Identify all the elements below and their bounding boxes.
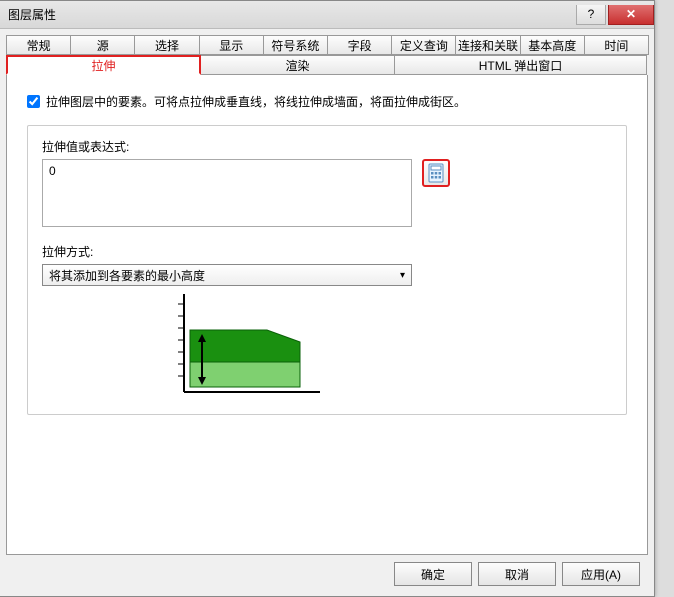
help-button[interactable]: ? <box>576 5 606 25</box>
close-button[interactable]: ✕ <box>608 5 654 25</box>
tab-definition-query[interactable]: 定义查询 <box>391 35 456 55</box>
extrusion-group: 拉伸值或表达式: 0 拉伸方式: <box>27 125 627 415</box>
tab-symbology[interactable]: 符号系统 <box>263 35 328 55</box>
tab-content: 拉伸图层中的要素。可将点拉伸成垂直线，将线拉伸成墙面，将面拉伸成街区。 拉伸值或… <box>6 75 648 555</box>
tab-time[interactable]: 时间 <box>584 35 649 55</box>
expression-builder-button[interactable] <box>422 159 450 187</box>
tab-row-1: 常规 源 选择 显示 符号系统 字段 定义查询 连接和关联 基本高度 时间 <box>6 35 648 55</box>
cancel-button[interactable]: 取消 <box>478 562 556 586</box>
tab-rendering[interactable]: 渲染 <box>200 55 395 75</box>
chevron-down-icon: ▾ <box>400 270 405 281</box>
help-icon: ? <box>588 7 595 21</box>
tab-row-2: 拉伸 渲染 HTML 弹出窗口 <box>6 55 648 75</box>
extrude-checkbox-label: 拉伸图层中的要素。可将点拉伸成垂直线，将线拉伸成墙面，将面拉伸成街区。 <box>46 93 466 111</box>
close-icon: ✕ <box>626 7 636 21</box>
tab-strip: 常规 源 选择 显示 符号系统 字段 定义查询 连接和关联 基本高度 时间 拉伸… <box>6 35 648 75</box>
dialog-window: 图层属性 ? ✕ 常规 源 选择 显示 符号系统 字段 定义查询 连接和关联 基… <box>0 0 655 597</box>
tab-selection[interactable]: 选择 <box>134 35 199 55</box>
dialog-buttons: 确定 取消 应用(A) <box>394 562 640 586</box>
apply-button[interactable]: 应用(A) <box>562 562 640 586</box>
dropdown-selected: 将其添加到各要素的最小高度 <box>49 267 205 284</box>
extrude-checkbox[interactable] <box>27 95 40 108</box>
ok-button[interactable]: 确定 <box>394 562 472 586</box>
window-buttons: ? ✕ <box>576 5 654 25</box>
extrusion-way-dropdown[interactable]: 将其添加到各要素的最小高度 ▾ <box>42 264 412 286</box>
tab-html-popup[interactable]: HTML 弹出窗口 <box>394 55 647 75</box>
tab-extrusion[interactable]: 拉伸 <box>6 55 201 75</box>
tab-general[interactable]: 常规 <box>6 35 71 55</box>
titlebar: 图层属性 ? ✕ <box>0 1 654 29</box>
tab-fields[interactable]: 字段 <box>327 35 392 55</box>
tab-display[interactable]: 显示 <box>199 35 264 55</box>
expression-row: 0 <box>42 159 612 227</box>
extrusion-diagram <box>172 292 322 400</box>
extrude-checkbox-row: 拉伸图层中的要素。可将点拉伸成垂直线，将线拉伸成墙面，将面拉伸成街区。 <box>27 93 627 111</box>
tab-joins-relates[interactable]: 连接和关联 <box>455 35 520 55</box>
expression-label: 拉伸值或表达式: <box>42 138 612 155</box>
window-title: 图层属性 <box>8 6 576 23</box>
expression-textarea[interactable]: 0 <box>42 159 412 227</box>
calculator-icon <box>428 163 444 183</box>
extrusion-way-label: 拉伸方式: <box>42 243 612 260</box>
tab-source[interactable]: 源 <box>70 35 135 55</box>
tab-base-heights[interactable]: 基本高度 <box>520 35 585 55</box>
